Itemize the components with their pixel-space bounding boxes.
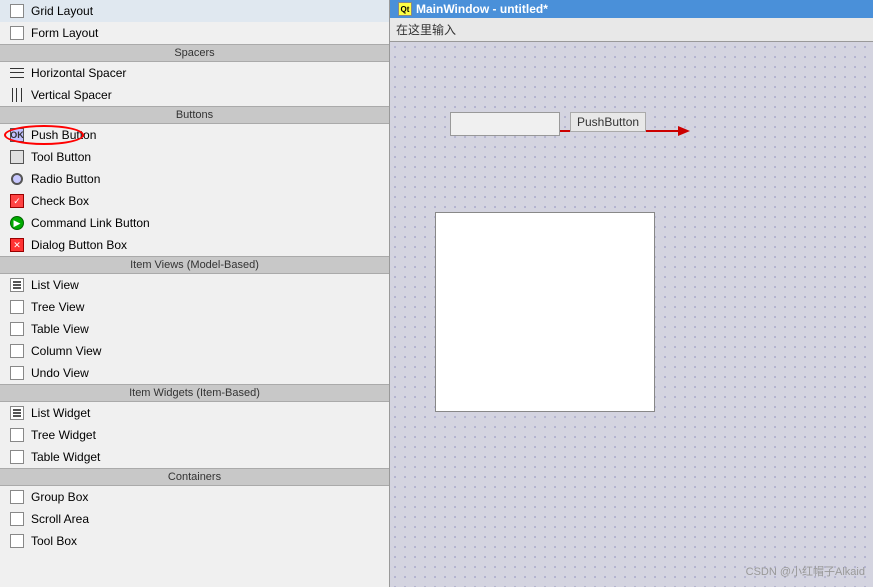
sidebar-item-form-layout[interactable]: Form Layout xyxy=(0,22,389,44)
table-view-icon xyxy=(8,320,26,338)
horizontal-spacer-label: Horizontal Spacer xyxy=(31,66,126,80)
sidebar-item-undo-view[interactable]: Undo View xyxy=(0,362,389,384)
sidebar-item-command-link-button[interactable]: ▶ Command Link Button xyxy=(0,212,389,234)
push-button-icon: OK xyxy=(8,126,26,144)
sidebar-item-tree-widget[interactable]: Tree Widget xyxy=(0,424,389,446)
push-button-form-label: PushButton xyxy=(570,112,646,132)
list-widget-icon xyxy=(8,404,26,422)
dialog-button-box-label: Dialog Button Box xyxy=(31,238,127,252)
window-title: MainWindow - untitled* xyxy=(416,2,548,16)
radio-button-label: Radio Button xyxy=(31,172,100,186)
tool-button-icon xyxy=(8,148,26,166)
sidebar-item-tool-box[interactable]: Tool Box xyxy=(0,530,389,552)
sidebar-item-tree-view[interactable]: Tree View xyxy=(0,296,389,318)
sidebar-item-list-widget[interactable]: List Widget xyxy=(0,402,389,424)
list-view-label: List View xyxy=(31,278,79,292)
sidebar-item-scroll-area[interactable]: Scroll Area xyxy=(0,508,389,530)
sidebar-item-table-view[interactable]: Table View xyxy=(0,318,389,340)
table-widget-label: Table Widget xyxy=(31,450,100,464)
check-box-label: Check Box xyxy=(31,194,89,208)
column-view-icon xyxy=(8,342,26,360)
input-placeholder: 在这里输入 xyxy=(396,23,456,37)
dialog-button-box-icon: ✕ xyxy=(8,236,26,254)
sidebar-item-radio-button[interactable]: Radio Button xyxy=(0,168,389,190)
grid-layout-label: Grid Layout xyxy=(31,4,93,18)
containers-header: Containers xyxy=(0,468,389,486)
tree-widget-label: Tree Widget xyxy=(31,428,96,442)
scroll-area-icon xyxy=(8,510,26,528)
list-view-icon xyxy=(8,276,26,294)
title-bar: Qt MainWindow - untitled* xyxy=(390,0,873,18)
sidebar-item-table-widget[interactable]: Table Widget xyxy=(0,446,389,468)
command-link-button-label: Command Link Button xyxy=(31,216,150,230)
undo-view-icon xyxy=(8,364,26,382)
table-view-label: Table View xyxy=(31,322,89,336)
spacers-header: Spacers xyxy=(0,44,389,62)
buttons-header: Buttons xyxy=(0,106,389,124)
input-bar: 在这里输入 xyxy=(390,18,873,42)
sidebar-item-tool-button[interactable]: Tool Button xyxy=(0,146,389,168)
group-box-icon xyxy=(8,488,26,506)
form-rectangle xyxy=(435,212,655,412)
sidebar-item-horizontal-spacer[interactable]: Horizontal Spacer xyxy=(0,62,389,84)
tool-button-label: Tool Button xyxy=(31,150,91,164)
horizontal-spacer-icon xyxy=(8,64,26,82)
widget-panel: Grid Layout Form Layout Spacers Horizont… xyxy=(0,0,390,587)
tree-view-icon xyxy=(8,298,26,316)
form-layout-label: Form Layout xyxy=(31,26,98,40)
scroll-area-label: Scroll Area xyxy=(31,512,89,526)
sidebar-item-dialog-button-box[interactable]: ✕ Dialog Button Box xyxy=(0,234,389,256)
sidebar-item-vertical-spacer[interactable]: Vertical Spacer xyxy=(0,84,389,106)
undo-view-label: Undo View xyxy=(31,366,89,380)
watermark: CSDN @小红帽子Alkaid xyxy=(746,563,865,579)
form-canvas[interactable]: PushButton CSDN @小红帽子Alkaid xyxy=(390,42,873,587)
sidebar-item-column-view[interactable]: Column View xyxy=(0,340,389,362)
sidebar-item-check-box[interactable]: ✓ Check Box xyxy=(0,190,389,212)
list-widget-label: List Widget xyxy=(31,406,90,420)
tool-box-icon xyxy=(8,532,26,550)
tool-box-label: Tool Box xyxy=(31,534,77,548)
radio-button-icon xyxy=(8,170,26,188)
placed-push-button[interactable] xyxy=(450,112,560,136)
sidebar-item-grid-layout[interactable]: Grid Layout xyxy=(0,0,389,22)
qt-icon: Qt xyxy=(398,2,412,16)
vertical-spacer-icon xyxy=(8,86,26,104)
sidebar-item-group-box[interactable]: Group Box xyxy=(0,486,389,508)
table-widget-icon xyxy=(8,448,26,466)
item-widgets-header: Item Widgets (Item-Based) xyxy=(0,384,389,402)
sidebar-item-list-view[interactable]: List View xyxy=(0,274,389,296)
item-views-header: Item Views (Model-Based) xyxy=(0,256,389,274)
group-box-label: Group Box xyxy=(31,490,88,504)
sidebar-item-push-button[interactable]: OK Push Button xyxy=(0,124,389,146)
form-layout-icon xyxy=(8,24,26,42)
push-button-label: Push Button xyxy=(31,128,96,142)
command-link-button-icon: ▶ xyxy=(8,214,26,232)
column-view-label: Column View xyxy=(31,344,101,358)
main-container: Grid Layout Form Layout Spacers Horizont… xyxy=(0,0,873,587)
design-area: Qt MainWindow - untitled* 在这里输入 PushButt… xyxy=(390,0,873,587)
tree-view-label: Tree View xyxy=(31,300,84,314)
tree-widget-icon xyxy=(8,426,26,444)
vertical-spacer-label: Vertical Spacer xyxy=(31,88,112,102)
grid-layout-icon xyxy=(8,2,26,20)
check-box-icon: ✓ xyxy=(8,192,26,210)
